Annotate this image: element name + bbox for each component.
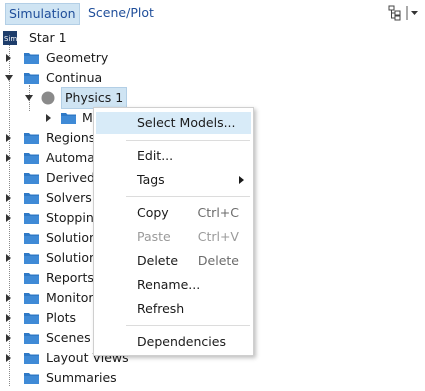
tree-item-label: Scenes [46, 330, 91, 345]
expand-arrow-icon[interactable] [5, 334, 13, 342]
tree-item-label: Solution H [46, 230, 94, 245]
folder-icon [61, 113, 76, 124]
menu-item-label: Tags [137, 172, 165, 187]
tree-item-summaries[interactable]: Summaries [0, 368, 140, 388]
menu-item-label: Select Models... [137, 115, 236, 130]
expand-arrow-icon[interactable] [5, 314, 13, 322]
folder-icon [24, 273, 39, 284]
menu-item-label: Paste [137, 229, 171, 244]
tree-item-label: Star 1 [29, 30, 67, 45]
tree-item-monitors[interactable]: Monitors [0, 288, 100, 308]
menu-separator [126, 140, 250, 141]
tab-scene-plot[interactable]: Scene/Plot [84, 3, 158, 23]
tree-item-stopping-criteria[interactable]: Stopping [0, 208, 94, 228]
folder-icon [24, 133, 39, 144]
tree-item-physics[interactable]: Physics 1 [0, 87, 130, 109]
expand-arrow-icon[interactable] [5, 54, 13, 62]
folder-icon [24, 53, 39, 64]
tree-item-solution-histories[interactable]: Solution H [0, 228, 94, 248]
tree-item-label: Automation [46, 150, 94, 165]
tree-item-plots[interactable]: Plots [0, 308, 94, 328]
tree-item-label: Physics 1 [61, 87, 128, 109]
folder-icon [24, 353, 39, 364]
tree-item-label: Regions [46, 130, 96, 145]
tree-item-label: Stopping [46, 210, 94, 225]
menu-separator [126, 325, 250, 326]
tree-item-continua[interactable]: Continua [0, 68, 120, 88]
menu-shortcut: Ctrl+C [197, 205, 239, 220]
context-menu: Select Models... Edit... Tags Copy Ctrl+… [93, 107, 254, 356]
physics-continuum-icon [41, 91, 55, 105]
menu-item-label: Refresh [137, 301, 185, 316]
expand-arrow-icon[interactable] [45, 114, 53, 122]
tree-item-label: Solution V [46, 250, 94, 265]
folder-icon [24, 153, 39, 164]
tree-item-reports[interactable]: Reports [0, 268, 94, 288]
folder-icon [24, 173, 39, 184]
folder-icon [24, 333, 39, 344]
menu-item-rename[interactable]: Rename... [96, 274, 251, 296]
expand-arrow-icon[interactable] [5, 214, 13, 222]
tree-structure-icon[interactable] [388, 5, 402, 21]
tree-item-label: Geometry [46, 50, 109, 65]
tree-item-label: Solvers [46, 190, 92, 205]
collapse-arrow-icon[interactable] [5, 74, 13, 82]
collapse-arrow-icon[interactable] [25, 94, 33, 102]
menu-separator [126, 196, 250, 197]
expand-arrow-icon[interactable] [5, 294, 13, 302]
tree-item-label: Summaries [46, 370, 117, 385]
menu-item-dependencies[interactable]: Dependencies [96, 331, 251, 353]
tree-item-models[interactable]: Mod [0, 108, 108, 128]
folder-icon [24, 253, 39, 264]
menu-item-label: Copy [137, 205, 169, 220]
tree-item-automation[interactable]: Automation [0, 148, 94, 168]
menu-item-label: Delete [137, 253, 179, 268]
menu-item-refresh[interactable]: Refresh [96, 298, 251, 320]
tree-item-label: Monitors [46, 290, 101, 305]
menu-item-edit[interactable]: Edit... [96, 145, 251, 167]
folder-icon [24, 73, 39, 84]
expand-arrow-icon[interactable] [5, 354, 13, 362]
tree-item-solvers[interactable]: Solvers [0, 188, 94, 208]
menu-item-select-models[interactable]: Select Models... [96, 112, 251, 134]
expand-arrow-icon[interactable] [5, 134, 13, 142]
submenu-arrow-icon [239, 176, 244, 184]
tree-item-geometry[interactable]: Geometry [0, 48, 120, 68]
star-sim-icon: Sim [3, 31, 17, 45]
tree-item-regions[interactable]: Regions [0, 128, 96, 148]
menu-item-copy[interactable]: Copy Ctrl+C [96, 202, 251, 224]
tree-item-scenes[interactable]: Scenes [0, 328, 94, 348]
folder-icon [24, 313, 39, 324]
tab-bar: Simulation Scene/Plot [0, 0, 425, 28]
menu-item-tags[interactable]: Tags [96, 169, 251, 191]
menu-item-label: Edit... [137, 148, 174, 163]
folder-icon [24, 293, 39, 304]
svg-text:Sim: Sim [4, 35, 17, 43]
tree-item-label: Continua [46, 70, 103, 85]
dropdown-menu-icon[interactable] [405, 4, 421, 22]
tree-item-derived-parts[interactable]: Derived Pa [0, 168, 94, 188]
menu-item-delete[interactable]: Delete Delete [96, 250, 251, 272]
folder-icon [24, 233, 39, 244]
tree-item-solution-views[interactable]: Solution V [0, 248, 94, 268]
folder-icon [24, 213, 39, 224]
menu-shortcut: Ctrl+V [197, 229, 239, 244]
menu-item-label: Rename... [137, 277, 201, 292]
folder-icon [24, 193, 39, 204]
tab-simulation[interactable]: Simulation [5, 3, 80, 25]
expand-arrow-icon[interactable] [5, 254, 13, 262]
menu-item-paste: Paste Ctrl+V [96, 226, 251, 248]
tree-item-label: Plots [46, 310, 77, 325]
expand-arrow-icon[interactable] [5, 154, 13, 162]
expand-arrow-icon[interactable] [5, 194, 13, 202]
tree-item-label: Derived Pa [46, 170, 94, 185]
folder-icon [24, 373, 39, 384]
tree-item-label: Reports [46, 270, 94, 285]
menu-shortcut: Delete [197, 253, 239, 268]
menu-item-label: Dependencies [137, 334, 226, 349]
